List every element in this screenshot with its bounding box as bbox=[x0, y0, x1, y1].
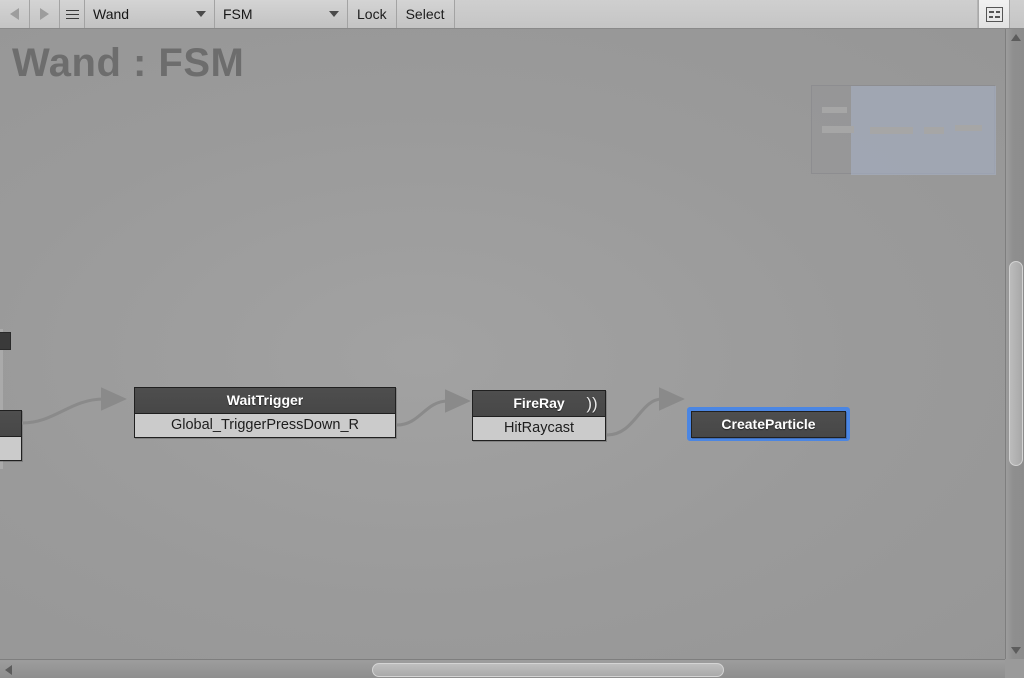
node-box[interactable]: WaitTrigger Global_TriggerPressDown_R bbox=[134, 387, 396, 438]
node-header-title: CreateParticle bbox=[692, 412, 845, 437]
node-body-text: Global_TriggerPressDown_R bbox=[135, 413, 395, 437]
node-box[interactable]: CreateParticle bbox=[691, 411, 846, 438]
toolbar-spacer bbox=[454, 0, 978, 28]
hamburger-icon bbox=[65, 9, 79, 19]
scroll-up-arrow-icon bbox=[1010, 34, 1021, 41]
vertical-scroll-thumb[interactable] bbox=[1009, 261, 1023, 466]
vertical-scrollbar[interactable] bbox=[1005, 29, 1024, 659]
link-fireray-to-createparticle bbox=[606, 387, 685, 437]
layout-preset-button[interactable] bbox=[978, 0, 1010, 28]
link-partial-to-waittrigger bbox=[21, 387, 127, 425]
scroll-down-arrow-icon bbox=[1010, 647, 1021, 654]
fsm-graph-canvas[interactable]: Wand : FSM WaitTrigger Global_TriggerPre… bbox=[0, 29, 1005, 659]
node-header-label: FireRay bbox=[513, 395, 565, 411]
link-waittrigger-to-fireray bbox=[396, 389, 471, 427]
node-box[interactable]: FireRay )) HitRaycast bbox=[472, 390, 606, 441]
layout-preset-icon bbox=[985, 6, 1003, 22]
fsm-selector-dropdown[interactable]: FSM bbox=[215, 0, 348, 28]
broadcast-event-icon: )) bbox=[586, 394, 598, 413]
node-header-title: WaitTrigger bbox=[135, 388, 395, 413]
fsm-selector-value: FSM bbox=[223, 6, 253, 22]
transition-links bbox=[21, 387, 685, 437]
lock-button[interactable]: Lock bbox=[348, 0, 397, 28]
select-button[interactable]: Select bbox=[396, 0, 455, 28]
scrollbar-corner bbox=[1005, 659, 1024, 678]
scroll-up-button[interactable] bbox=[1006, 29, 1024, 46]
toolbar: Wand FSM Lock Select bbox=[0, 0, 1024, 29]
chevron-down-icon bbox=[329, 11, 339, 17]
scroll-left-arrow-icon bbox=[5, 664, 12, 675]
node-body-text: HitRaycast bbox=[473, 416, 605, 440]
arrow-right-icon bbox=[40, 8, 49, 20]
object-selector-dropdown[interactable]: Wand bbox=[85, 0, 215, 28]
horizontal-scrollbar[interactable] bbox=[0, 659, 1024, 678]
scroll-down-button[interactable] bbox=[1006, 642, 1024, 659]
horizontal-scroll-thumb[interactable] bbox=[372, 663, 724, 677]
fsm-editor-window: Wand FSM Lock Select Wand : FSM WaitTrig… bbox=[0, 0, 1024, 678]
scroll-left-button[interactable] bbox=[0, 660, 17, 678]
chevron-down-icon bbox=[196, 11, 206, 17]
node-fire-ray[interactable]: FireRay )) HitRaycast bbox=[472, 390, 606, 441]
arrow-left-icon bbox=[10, 8, 19, 20]
forward-button[interactable] bbox=[30, 0, 60, 28]
object-selector-value: Wand bbox=[93, 6, 130, 22]
node-header-title: FireRay )) bbox=[473, 391, 605, 416]
menu-button[interactable] bbox=[60, 0, 85, 28]
back-button[interactable] bbox=[0, 0, 30, 28]
toolbar-end-spacer bbox=[1010, 0, 1024, 28]
node-wait-trigger[interactable]: WaitTrigger Global_TriggerPressDown_R bbox=[134, 387, 396, 438]
